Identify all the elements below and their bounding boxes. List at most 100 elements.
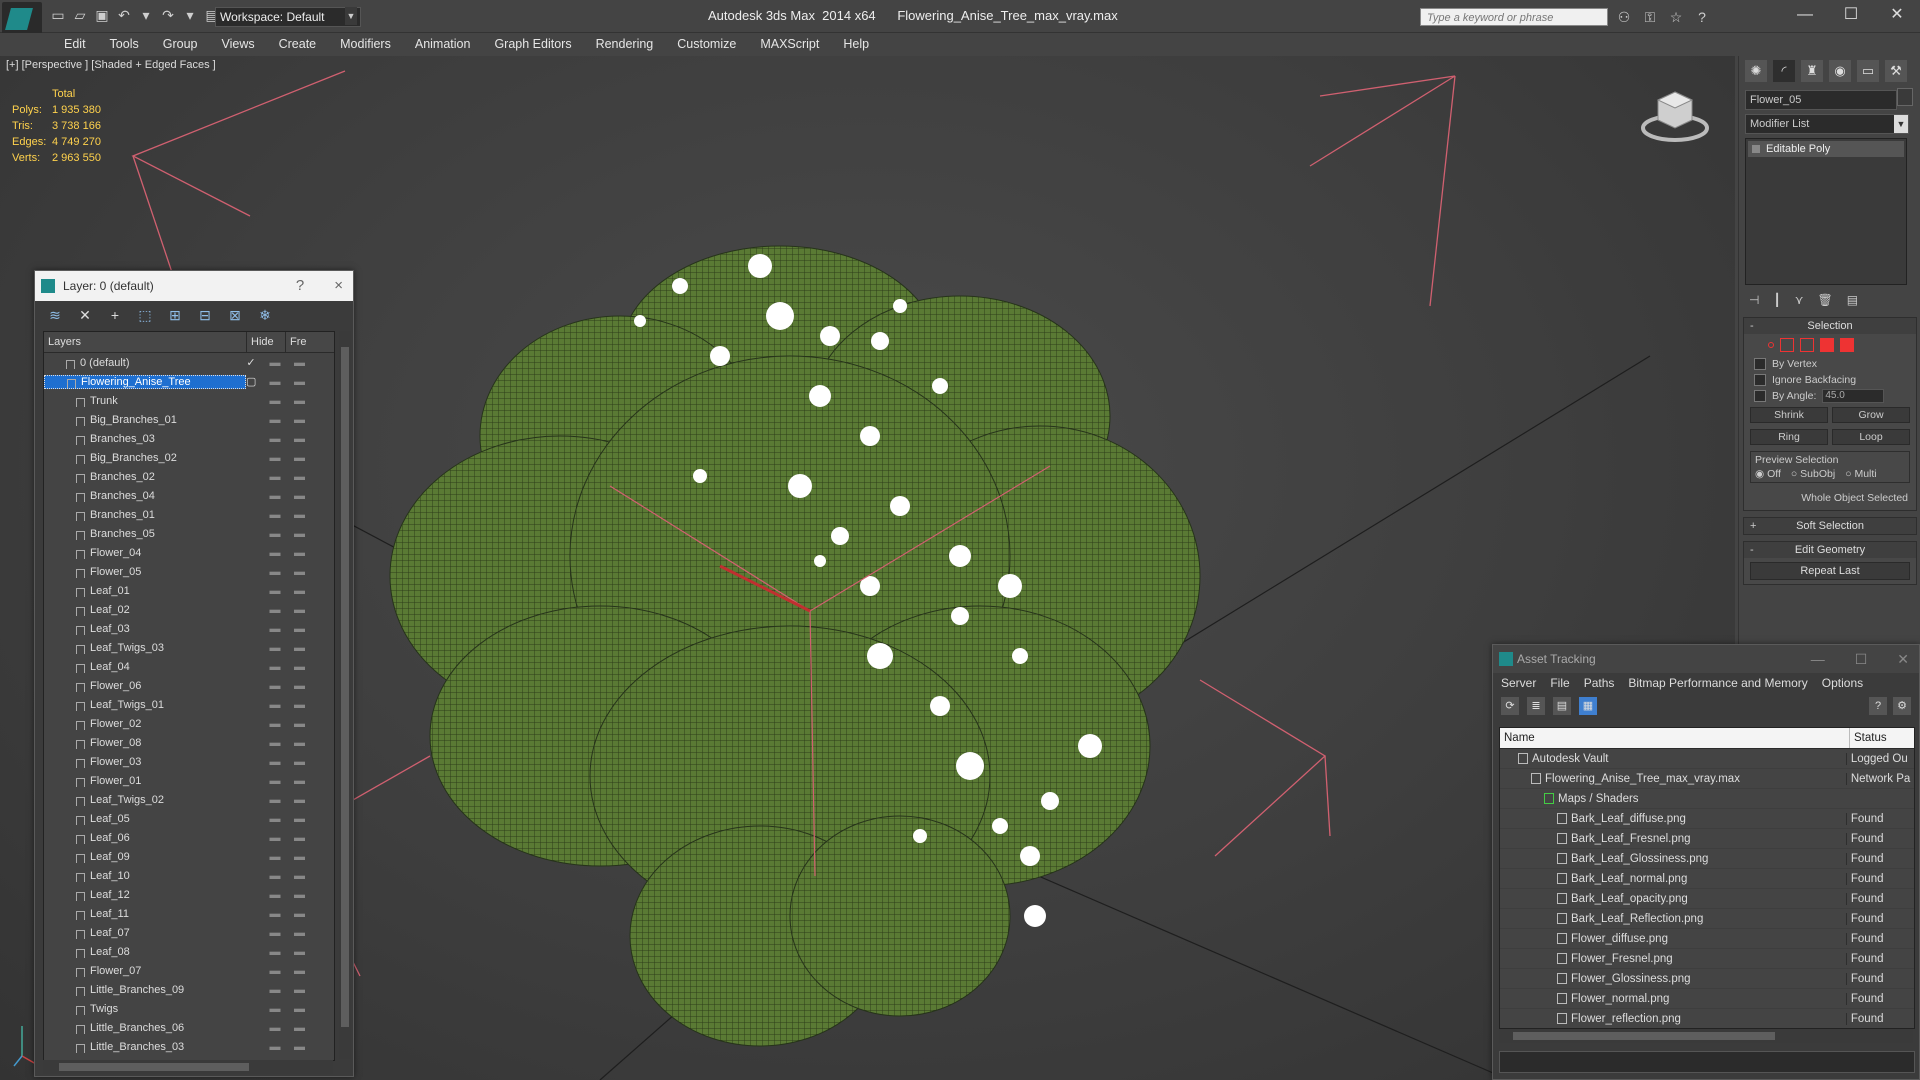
layer-row[interactable]: Leaf_11 ▬ ▬: [44, 904, 334, 923]
menu-item-create[interactable]: Create: [267, 33, 329, 55]
layer-name[interactable]: Big_Branches_02: [44, 452, 246, 464]
asset-menu-item[interactable]: File: [1550, 673, 1569, 693]
angle-spinner[interactable]: 45.0: [1822, 389, 1885, 403]
hide-toggle-icon[interactable]: ▬: [256, 509, 294, 521]
current-layer-marker[interactable]: ✓: [246, 356, 256, 369]
hide-toggle-icon[interactable]: ▬: [256, 642, 294, 654]
menu-item-tools[interactable]: Tools: [98, 33, 151, 55]
layer-panel-titlebar[interactable]: Layer: 0 (default) ? ×: [35, 271, 353, 301]
freeze-toggle-icon[interactable]: ▬: [294, 813, 314, 825]
freeze-toggle-icon[interactable]: ▬: [294, 566, 314, 578]
hide-toggle-icon[interactable]: ▬: [256, 547, 294, 559]
layer-row[interactable]: Leaf_Twigs_03 ▬ ▬: [44, 638, 334, 657]
shrink-button[interactable]: Shrink: [1750, 407, 1828, 423]
scroll-thumb[interactable]: [1513, 1032, 1775, 1040]
layer-row[interactable]: Leaf_06 ▬ ▬: [44, 828, 334, 847]
freeze-toggle-icon[interactable]: ▬: [294, 414, 314, 426]
new-file-icon[interactable]: ▭: [50, 7, 66, 23]
layer-row[interactable]: Trunk ▬ ▬: [44, 391, 334, 410]
layer-horizontal-scrollbar[interactable]: [43, 1060, 333, 1074]
layer-name[interactable]: Leaf_05: [44, 813, 246, 825]
freeze-toggle-icon[interactable]: ▬: [294, 756, 314, 768]
layer-name[interactable]: Branches_01: [44, 509, 246, 521]
undo-dropdown-icon[interactable]: ▾: [138, 7, 154, 23]
column-name[interactable]: Name: [1500, 728, 1850, 748]
create-tab-icon[interactable]: ✺: [1745, 60, 1767, 82]
layer-name[interactable]: Leaf_03: [44, 623, 246, 635]
freeze-toggle-icon[interactable]: ▬: [294, 680, 314, 692]
freeze-toggle-icon[interactable]: ▬: [294, 851, 314, 863]
viewcube-icon[interactable]: [1640, 86, 1710, 146]
hide-toggle-icon[interactable]: ▬: [256, 927, 294, 939]
menu-item-graph-editors[interactable]: Graph Editors: [482, 33, 583, 55]
chevron-down-icon[interactable]: ▼: [1894, 115, 1908, 133]
layer-row[interactable]: Leaf_05 ▬ ▬: [44, 809, 334, 828]
hide-toggle-icon[interactable]: ▬: [256, 623, 294, 635]
freeze-toggle-icon[interactable]: ▬: [294, 870, 314, 882]
layer-row[interactable]: Branches_02 ▬ ▬: [44, 467, 334, 486]
make-unique-icon[interactable]: ⋎: [1795, 293, 1804, 307]
layer-name[interactable]: Flower_02: [44, 718, 246, 730]
hide-toggle-icon[interactable]: ▬: [256, 737, 294, 749]
by-vertex-checkbox[interactable]: By Vertex: [1744, 356, 1916, 372]
layer-row[interactable]: Branches_01 ▬ ▬: [44, 505, 334, 524]
layer-row[interactable]: Flower_06 ▬ ▬: [44, 676, 334, 695]
freeze-toggle-icon[interactable]: ▬: [294, 775, 314, 787]
asset-path-field[interactable]: [1499, 1051, 1915, 1073]
hide-toggle-icon[interactable]: ▬: [256, 566, 294, 578]
layer-row[interactable]: Big_Branches_02 ▬ ▬: [44, 448, 334, 467]
layer-name[interactable]: Flower_04: [44, 547, 246, 559]
asset-horizontal-scrollbar[interactable]: [1499, 1029, 1913, 1043]
configure-sets-icon[interactable]: ▤: [1847, 293, 1858, 307]
freeze-toggle-icon[interactable]: ▬: [294, 547, 314, 559]
loop-button[interactable]: Loop: [1832, 429, 1910, 445]
asset-menu-item[interactable]: Paths: [1584, 673, 1615, 693]
hide-toggle-icon[interactable]: ▬: [256, 889, 294, 901]
freeze-toggle-icon[interactable]: ▬: [294, 452, 314, 464]
save-icon[interactable]: ▣: [94, 7, 110, 23]
close-icon[interactable]: ✕: [1897, 645, 1909, 673]
hide-toggle-icon[interactable]: ▬: [256, 851, 294, 863]
undo-icon[interactable]: ↶: [116, 7, 132, 23]
asset-row[interactable]: Bark_Leaf_Reflection.png Found: [1500, 909, 1914, 929]
menu-item-rendering[interactable]: Rendering: [584, 33, 666, 55]
maximize-icon[interactable]: ☐: [1828, 0, 1874, 32]
open-file-icon[interactable]: ▱: [72, 7, 88, 23]
layer-name[interactable]: Flower_03: [44, 756, 246, 768]
hide-toggle-icon[interactable]: ▬: [256, 452, 294, 464]
hide-toggle-icon[interactable]: ▬: [256, 1041, 294, 1053]
asset-row[interactable]: Autodesk Vault Logged Ou: [1500, 749, 1914, 769]
stack-item[interactable]: Editable Poly: [1748, 141, 1904, 157]
freeze-toggle-icon[interactable]: ▬: [294, 509, 314, 521]
freeze-toggle-icon[interactable]: ▬: [294, 699, 314, 711]
delete-layer-icon[interactable]: ✕: [75, 305, 95, 325]
preview-multi-radio[interactable]: Multi: [1845, 468, 1876, 480]
hide-toggle-icon[interactable]: ▬: [256, 718, 294, 730]
layer-name[interactable]: Trunk: [44, 395, 246, 407]
layer-name[interactable]: Leaf_07: [44, 927, 246, 939]
detail-view-icon[interactable]: ▤: [1553, 697, 1571, 715]
layer-row[interactable]: Leaf_01 ▬ ▬: [44, 581, 334, 600]
show-end-result-icon[interactable]: ┃: [1773, 293, 1780, 307]
asset-row[interactable]: Bark_Leaf_diffuse.png Found: [1500, 809, 1914, 829]
minimize-icon[interactable]: —: [1782, 0, 1828, 32]
layer-row[interactable]: Branches_05 ▬ ▬: [44, 524, 334, 543]
redo-icon[interactable]: ↷: [160, 7, 176, 23]
scroll-thumb[interactable]: [59, 1063, 249, 1071]
asset-row[interactable]: Bark_Leaf_opacity.png Found: [1500, 889, 1914, 909]
layer-name[interactable]: Branches_05: [44, 528, 246, 540]
layer-name[interactable]: Twigs: [44, 1003, 246, 1015]
layer-row[interactable]: Leaf_Twigs_02 ▬ ▬: [44, 790, 334, 809]
freeze-toggle-icon[interactable]: ▬: [294, 433, 314, 445]
chevron-down-icon[interactable]: ▼: [345, 7, 357, 25]
layer-name[interactable]: Branches_03: [44, 433, 246, 445]
freeze-toggle-icon[interactable]: ▬: [294, 1022, 314, 1034]
layer-name[interactable]: Little_Branches_09: [44, 984, 246, 996]
freeze-toggle-icon[interactable]: ▬: [294, 471, 314, 483]
object-name-field[interactable]: Flower_05: [1745, 90, 1897, 110]
asset-row[interactable]: Flower_diffuse.png Found: [1500, 929, 1914, 949]
vertex-icon[interactable]: [1768, 342, 1774, 348]
hide-toggle-icon[interactable]: ▬: [256, 528, 294, 540]
freeze-toggle-icon[interactable]: ▬: [294, 889, 314, 901]
modifier-list-dropdown[interactable]: Modifier List ▼: [1745, 114, 1909, 134]
